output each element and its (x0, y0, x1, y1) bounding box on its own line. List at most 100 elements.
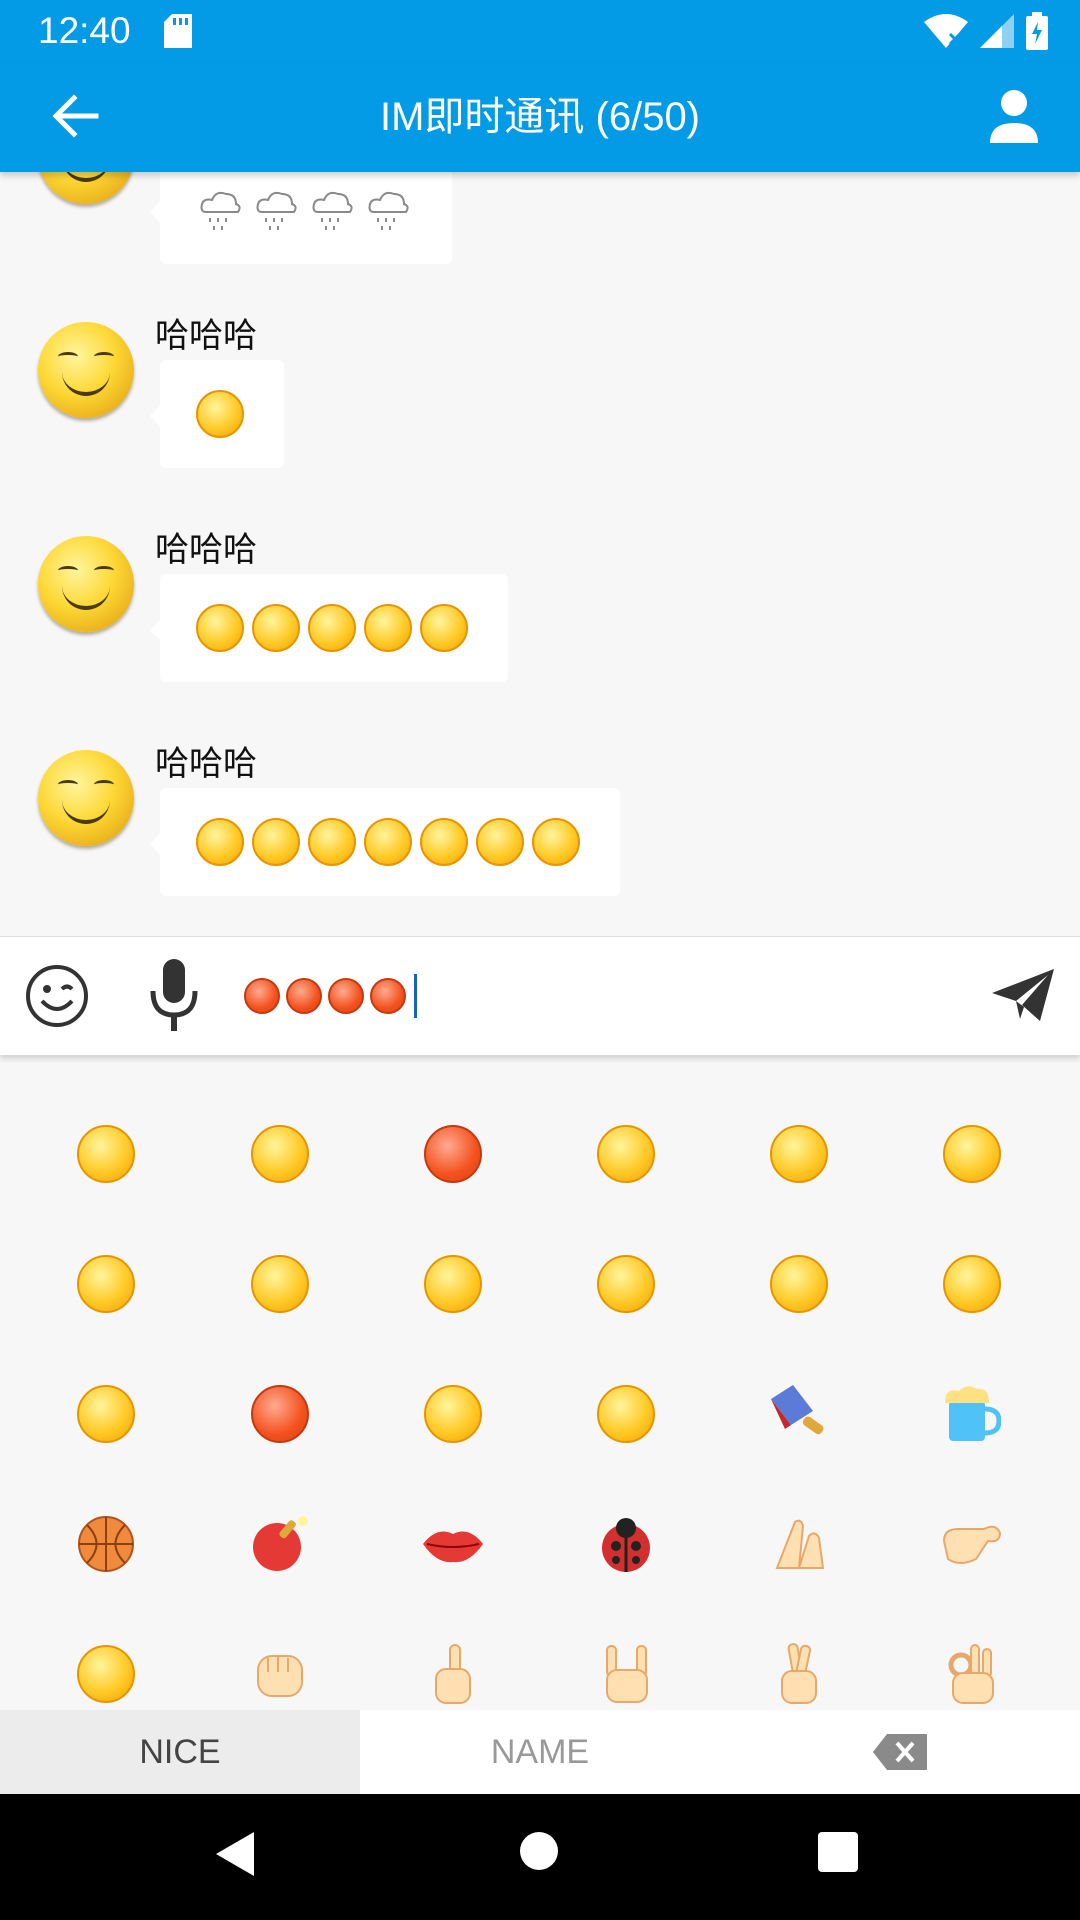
microphone-icon[interactable] (148, 959, 200, 1033)
emoji-dizzy-shocked[interactable] (367, 1364, 539, 1464)
emoji-ladybug[interactable] (540, 1494, 712, 1594)
nav-recents-icon[interactable] (818, 1832, 858, 1872)
sweat-scared-emoji-icon (597, 1125, 655, 1183)
tab-name[interactable]: NAME (360, 1710, 720, 1794)
kiss-emoji-icon (196, 604, 244, 652)
message-bubble[interactable] (150, 788, 620, 896)
emoji-smirk[interactable] (20, 1234, 192, 1334)
cloud-rain-icon (312, 191, 353, 230)
ping-pong-icon (253, 1516, 308, 1571)
grin-emoji-icon (252, 818, 300, 866)
emoji-pleading[interactable] (540, 1364, 712, 1464)
grin-emoji-icon (943, 1255, 1001, 1313)
pinky-hook-icon (942, 1525, 1002, 1564)
send-icon[interactable] (990, 965, 1056, 1025)
lips-icon (423, 1531, 483, 1563)
chat-message-list[interactable]: 哈哈哈 哈哈哈 哈哈哈 (0, 172, 1080, 936)
message-username: 哈哈哈 (155, 530, 257, 570)
rock-on-icon (606, 1645, 648, 1703)
emoji-keyboard-icon[interactable] (24, 963, 90, 1029)
kiss-emoji-icon (77, 1385, 135, 1443)
emoji-sad-sigh[interactable] (540, 1234, 712, 1334)
emoji-sweat-scared[interactable] (540, 1104, 712, 1204)
emoji-rock-on[interactable] (540, 1624, 712, 1710)
dizzy-shocked-emoji-icon (424, 1385, 482, 1443)
message-input-bar (0, 936, 1080, 1055)
kiss-emoji-icon (420, 604, 468, 652)
message-bubble[interactable] (150, 574, 508, 682)
emoji-sad[interactable] (713, 1234, 885, 1334)
sd-card-icon (164, 14, 192, 48)
emoji-ping-pong[interactable] (194, 1494, 366, 1594)
emoji-lips[interactable] (367, 1494, 539, 1594)
backspace-button[interactable] (720, 1710, 1080, 1794)
emoji-confused[interactable] (194, 1104, 366, 1204)
emoji-ok-hand[interactable] (886, 1624, 1058, 1710)
emoji-angry-fist[interactable] (367, 1234, 539, 1334)
pray-hands-icon (775, 1519, 825, 1569)
emoji-fist[interactable] (194, 1624, 366, 1710)
message-input[interactable] (244, 963, 944, 1029)
emoji-teeth-grin[interactable] (713, 1104, 885, 1204)
person-icon[interactable] (982, 85, 1046, 149)
kiss-emoji-icon (196, 390, 244, 438)
pleading-emoji-icon (532, 818, 580, 866)
tab-nice[interactable]: NICE (0, 1710, 360, 1794)
signal-icon (980, 14, 1014, 48)
beer-mug-icon (945, 1386, 1001, 1441)
wifi-icon (924, 14, 968, 48)
sad-emoji-icon (770, 1255, 828, 1313)
status-time: 12:40 (38, 10, 131, 51)
nav-back-icon[interactable] (216, 1832, 256, 1876)
emoji-grin[interactable] (886, 1234, 1058, 1334)
status-bar: 12:40 (0, 0, 1080, 63)
emoji-point-up[interactable] (367, 1624, 539, 1710)
pleading-emoji-icon (420, 818, 468, 866)
kiss-emoji-icon (308, 604, 356, 652)
nav-home-icon[interactable] (520, 1832, 558, 1870)
smirk-emoji-icon (77, 1255, 135, 1313)
kiss-emoji-icon (252, 604, 300, 652)
emoji-kiss[interactable] (20, 1364, 192, 1464)
battery-charging-icon (1026, 12, 1048, 50)
user-avatar[interactable] (38, 322, 134, 418)
ladybug-icon (602, 1518, 650, 1572)
page-title: IM即时通讯 (6/50) (379, 95, 701, 139)
emoji-pinky-hook[interactable] (886, 1494, 1058, 1594)
message-bubble[interactable] (150, 360, 284, 468)
user-avatar[interactable] (38, 172, 134, 204)
emoji-panel (0, 1054, 1080, 1710)
sweat-red-emoji-icon (328, 978, 364, 1014)
shocked-emoji-icon (77, 1125, 135, 1183)
fist-icon (257, 1655, 303, 1697)
sweat-red-emoji-icon (286, 978, 322, 1014)
emoji-tongue-out[interactable] (20, 1624, 192, 1710)
tongue-out-emoji-icon (77, 1645, 135, 1703)
status-icons (924, 12, 1048, 50)
user-avatar[interactable] (38, 750, 134, 846)
sad-sigh-emoji-icon (597, 1255, 655, 1313)
angry-fist-emoji-icon (424, 1255, 482, 1313)
emoji-yawn[interactable] (194, 1234, 366, 1334)
message-bubble[interactable] (150, 172, 452, 264)
app-bar: IM即时通讯 (6/50) (0, 63, 1080, 172)
cleaver-icon (771, 1385, 824, 1435)
furious-emoji-icon (251, 1385, 309, 1443)
pleading-emoji-icon (476, 818, 524, 866)
emoji-sweat-red[interactable] (367, 1104, 539, 1204)
kiss-emoji-icon (364, 604, 412, 652)
emoji-beer-mug[interactable] (886, 1364, 1058, 1464)
emoji-cleaver[interactable] (713, 1364, 885, 1464)
emoji-shocked[interactable] (20, 1104, 192, 1204)
pleading-emoji-icon (597, 1385, 655, 1443)
emoji-basketball[interactable] (20, 1494, 192, 1594)
victory-hand-icon (781, 1643, 817, 1704)
emoji-furious[interactable] (194, 1364, 366, 1464)
emoji-victory[interactable] (713, 1624, 885, 1710)
ok-hand-icon (948, 1644, 994, 1704)
message-username: 哈哈哈 (155, 316, 257, 356)
emoji-pray[interactable] (713, 1494, 885, 1594)
backspace-icon (873, 1734, 927, 1770)
emoji-wink[interactable] (886, 1104, 1058, 1204)
user-avatar[interactable] (38, 536, 134, 632)
